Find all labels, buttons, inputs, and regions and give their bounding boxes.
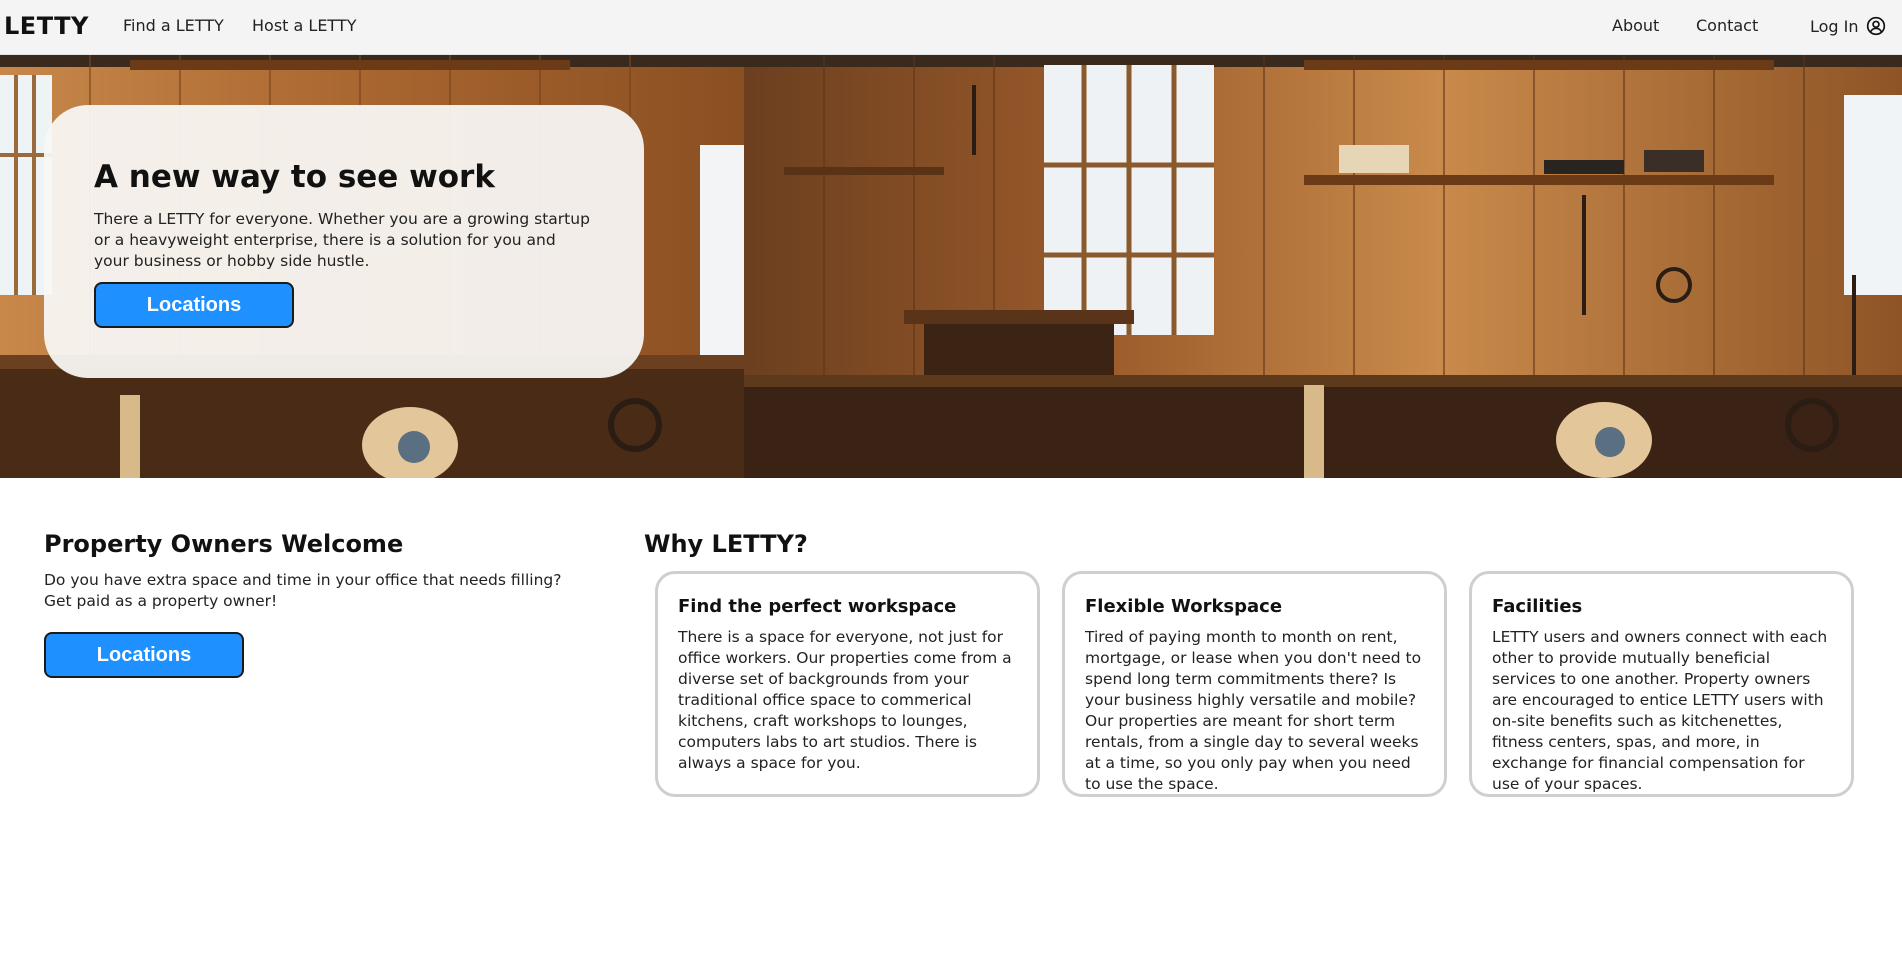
feature-card-text: Tired of paying month to month on rent, … bbox=[1085, 628, 1422, 793]
feature-card-flexible: Flexible Workspace Tired of paying month… bbox=[1062, 571, 1447, 797]
feature-card-facilities: Facilities LETTY users and owners connec… bbox=[1469, 571, 1854, 797]
hero-banner: A new way to see work There a LETTY for … bbox=[0, 55, 1902, 478]
property-owners-section: Property Owners Welcome Do you have extr… bbox=[44, 530, 604, 678]
user-circle-icon bbox=[1866, 16, 1885, 36]
login-label: Log In bbox=[1810, 16, 1859, 36]
feature-card-title: Facilities bbox=[1492, 596, 1583, 617]
why-letty-title: Why LETTY? bbox=[644, 530, 808, 558]
feature-card-text: There is a space for everyone, not just … bbox=[678, 628, 1012, 772]
feature-card-title: Find the perfect workspace bbox=[678, 596, 957, 617]
owners-description: Do you have extra space and time in your… bbox=[44, 571, 562, 610]
hero-locations-button[interactable]: Locations bbox=[94, 282, 294, 328]
feature-card-text: LETTY users and owners connect with each… bbox=[1492, 628, 1828, 793]
brand-logo[interactable]: LETTY bbox=[4, 12, 89, 40]
nav-about[interactable]: About bbox=[1612, 16, 1659, 35]
feature-card-title: Flexible Workspace bbox=[1085, 596, 1283, 617]
hero-card: A new way to see work There a LETTY for … bbox=[44, 105, 644, 378]
hero-description: There a LETTY for everyone. Whether you … bbox=[94, 210, 590, 270]
hero-title: A new way to see work bbox=[94, 159, 495, 195]
nav-find-letty[interactable]: Find a LETTY bbox=[123, 16, 224, 35]
feature-card-workspace: Find the perfect workspace There is a sp… bbox=[655, 571, 1040, 797]
login-button[interactable]: Log In bbox=[1810, 16, 1886, 36]
hero-image-right bbox=[744, 55, 1902, 478]
owners-title: Property Owners Welcome bbox=[44, 530, 404, 558]
owners-locations-button[interactable]: Locations bbox=[44, 632, 244, 678]
navbar: LETTY Find a LETTY Host a LETTY About Co… bbox=[0, 0, 1902, 55]
nav-contact[interactable]: Contact bbox=[1696, 16, 1758, 35]
nav-host-letty[interactable]: Host a LETTY bbox=[252, 16, 356, 35]
